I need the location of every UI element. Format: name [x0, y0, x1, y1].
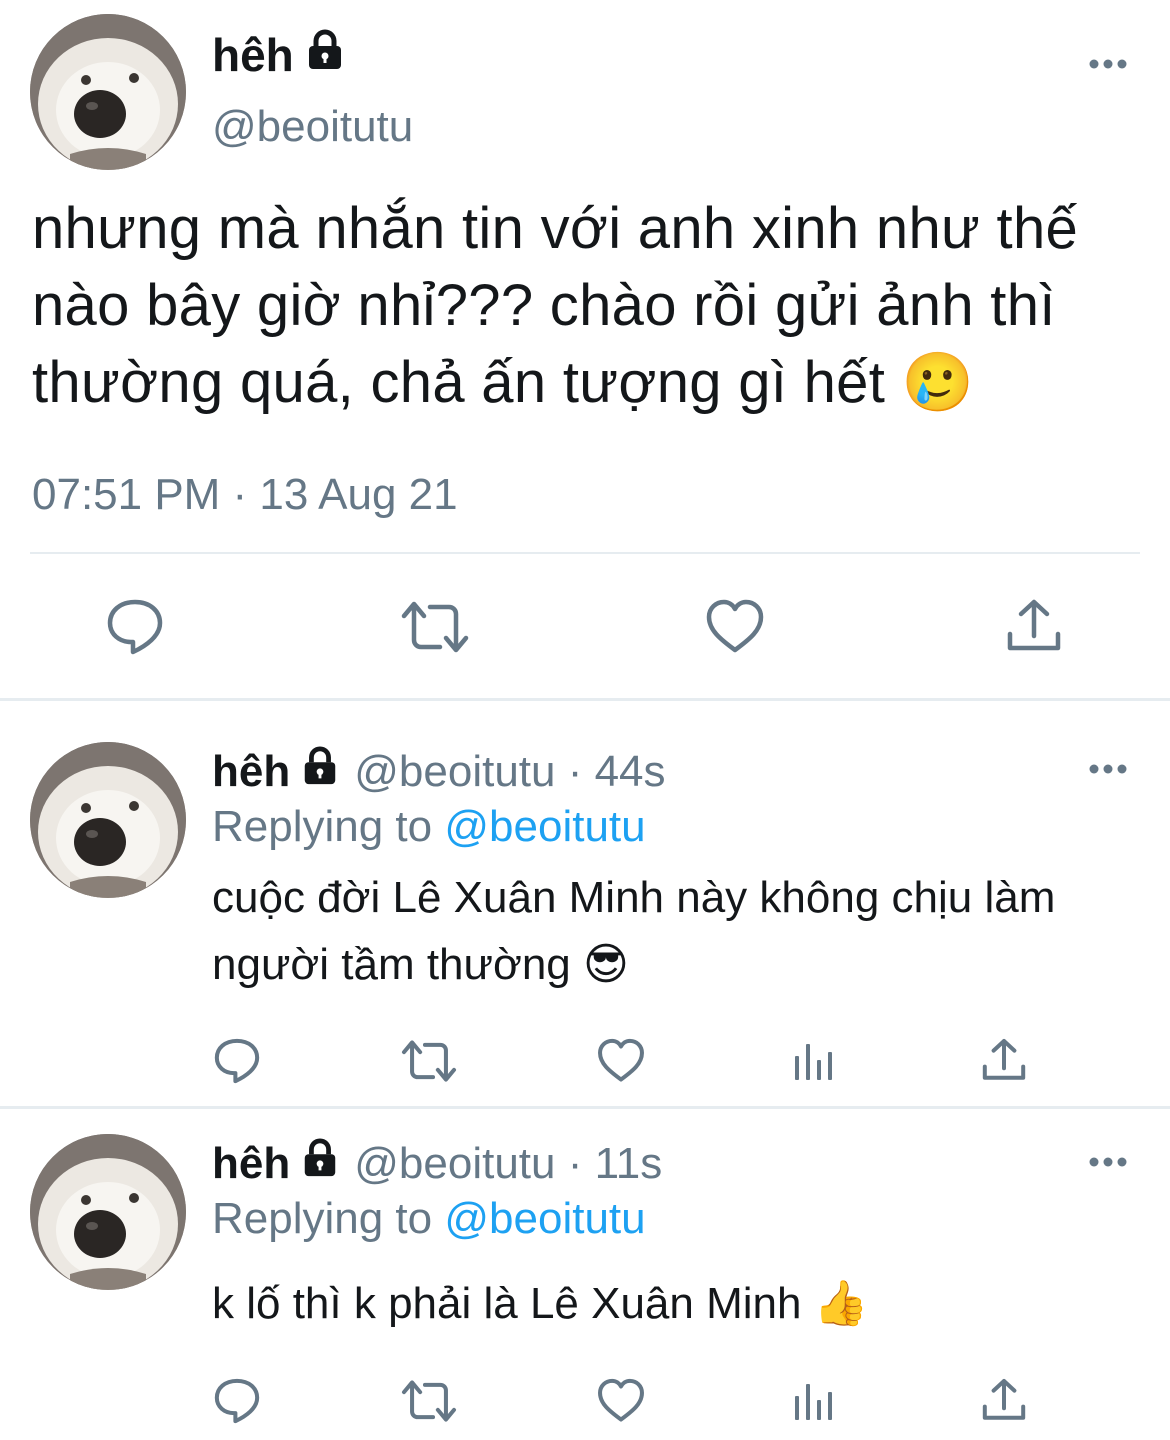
reply-text: cuộc đời Lê Xuân Minh này không chịu làm…: [212, 873, 1056, 989]
lock-icon: [300, 1138, 340, 1189]
replying-to: Replying to @beoitutu: [212, 1194, 646, 1244]
more-icon[interactable]: [1088, 1155, 1128, 1169]
timestamp[interactable]: 07:51 PM · 13 Aug 21: [32, 470, 458, 520]
retweet-button[interactable]: [400, 596, 470, 658]
more-icon[interactable]: [1088, 57, 1128, 71]
like-icon: [598, 1038, 644, 1082]
handle[interactable]: @beoitutu: [212, 102, 413, 152]
reply-header: hêh @beoitutu · 11s: [212, 1138, 662, 1189]
retweet-icon: [401, 1040, 457, 1082]
reply-button[interactable]: [212, 1036, 262, 1086]
reply-text: k lố thì k phải là Lê Xuân Minh 👍: [212, 1279, 869, 1328]
share-icon: [982, 1379, 1026, 1420]
share-icon: [1007, 599, 1061, 651]
share-button[interactable]: [980, 1376, 1028, 1426]
share-button[interactable]: [1004, 596, 1064, 658]
like-icon: [598, 1378, 644, 1422]
avatar[interactable]: [30, 742, 186, 898]
retweet-icon: [401, 601, 469, 653]
retweet-button[interactable]: [400, 1376, 458, 1426]
retweet-button[interactable]: [400, 1036, 458, 1086]
analytics-icon: [795, 1044, 832, 1080]
reply-button[interactable]: [104, 596, 166, 658]
share-icon: [982, 1039, 1026, 1080]
comment-icon: [214, 1378, 260, 1424]
divider: [30, 552, 1140, 554]
lock-icon: [304, 28, 346, 82]
display-name-text: hêh: [212, 29, 294, 81]
reply-header: hêh @beoitutu · 44s: [212, 746, 666, 797]
dog-avatar-image: [30, 1134, 186, 1290]
handle-and-time[interactable]: @beoitutu · 44s: [354, 747, 665, 797]
avatar[interactable]: [30, 14, 186, 170]
display-name[interactable]: hêh: [212, 747, 290, 797]
like-icon: [706, 599, 764, 653]
replying-to: Replying to @beoitutu: [212, 802, 646, 852]
avatar[interactable]: [30, 1134, 186, 1290]
mention-link[interactable]: @beoitutu: [444, 1194, 645, 1243]
replying-to-label: Replying to: [212, 802, 433, 851]
dog-avatar-image: [30, 742, 186, 898]
analytics-icon: [795, 1384, 832, 1420]
retweet-icon: [401, 1380, 457, 1422]
dog-avatar-image: [30, 14, 186, 170]
handle-and-time[interactable]: @beoitutu · 11s: [354, 1139, 662, 1189]
analytics-button[interactable]: [792, 1380, 834, 1422]
analytics-button[interactable]: [792, 1040, 834, 1082]
display-name[interactable]: hêh: [212, 28, 346, 82]
like-button[interactable]: [704, 596, 766, 658]
like-button[interactable]: [596, 1036, 646, 1086]
divider: [0, 698, 1170, 701]
tweet-text: nhưng mà nhắn tin với anh xinh như thế n…: [32, 196, 1079, 415]
display-name[interactable]: hêh: [212, 1139, 290, 1189]
share-button[interactable]: [980, 1036, 1028, 1086]
mention-link[interactable]: @beoitutu: [444, 802, 645, 851]
lock-icon: [300, 746, 340, 797]
divider: [0, 1106, 1170, 1109]
like-button[interactable]: [596, 1376, 646, 1426]
tweet-thread: hêh @beoitutu nhưng mà nhắn tin với anh …: [0, 0, 1170, 1440]
comment-icon: [214, 1038, 260, 1084]
reply-button[interactable]: [212, 1376, 262, 1426]
replying-to-label: Replying to: [212, 1194, 433, 1243]
comment-icon: [107, 599, 163, 655]
more-icon[interactable]: [1088, 762, 1128, 776]
